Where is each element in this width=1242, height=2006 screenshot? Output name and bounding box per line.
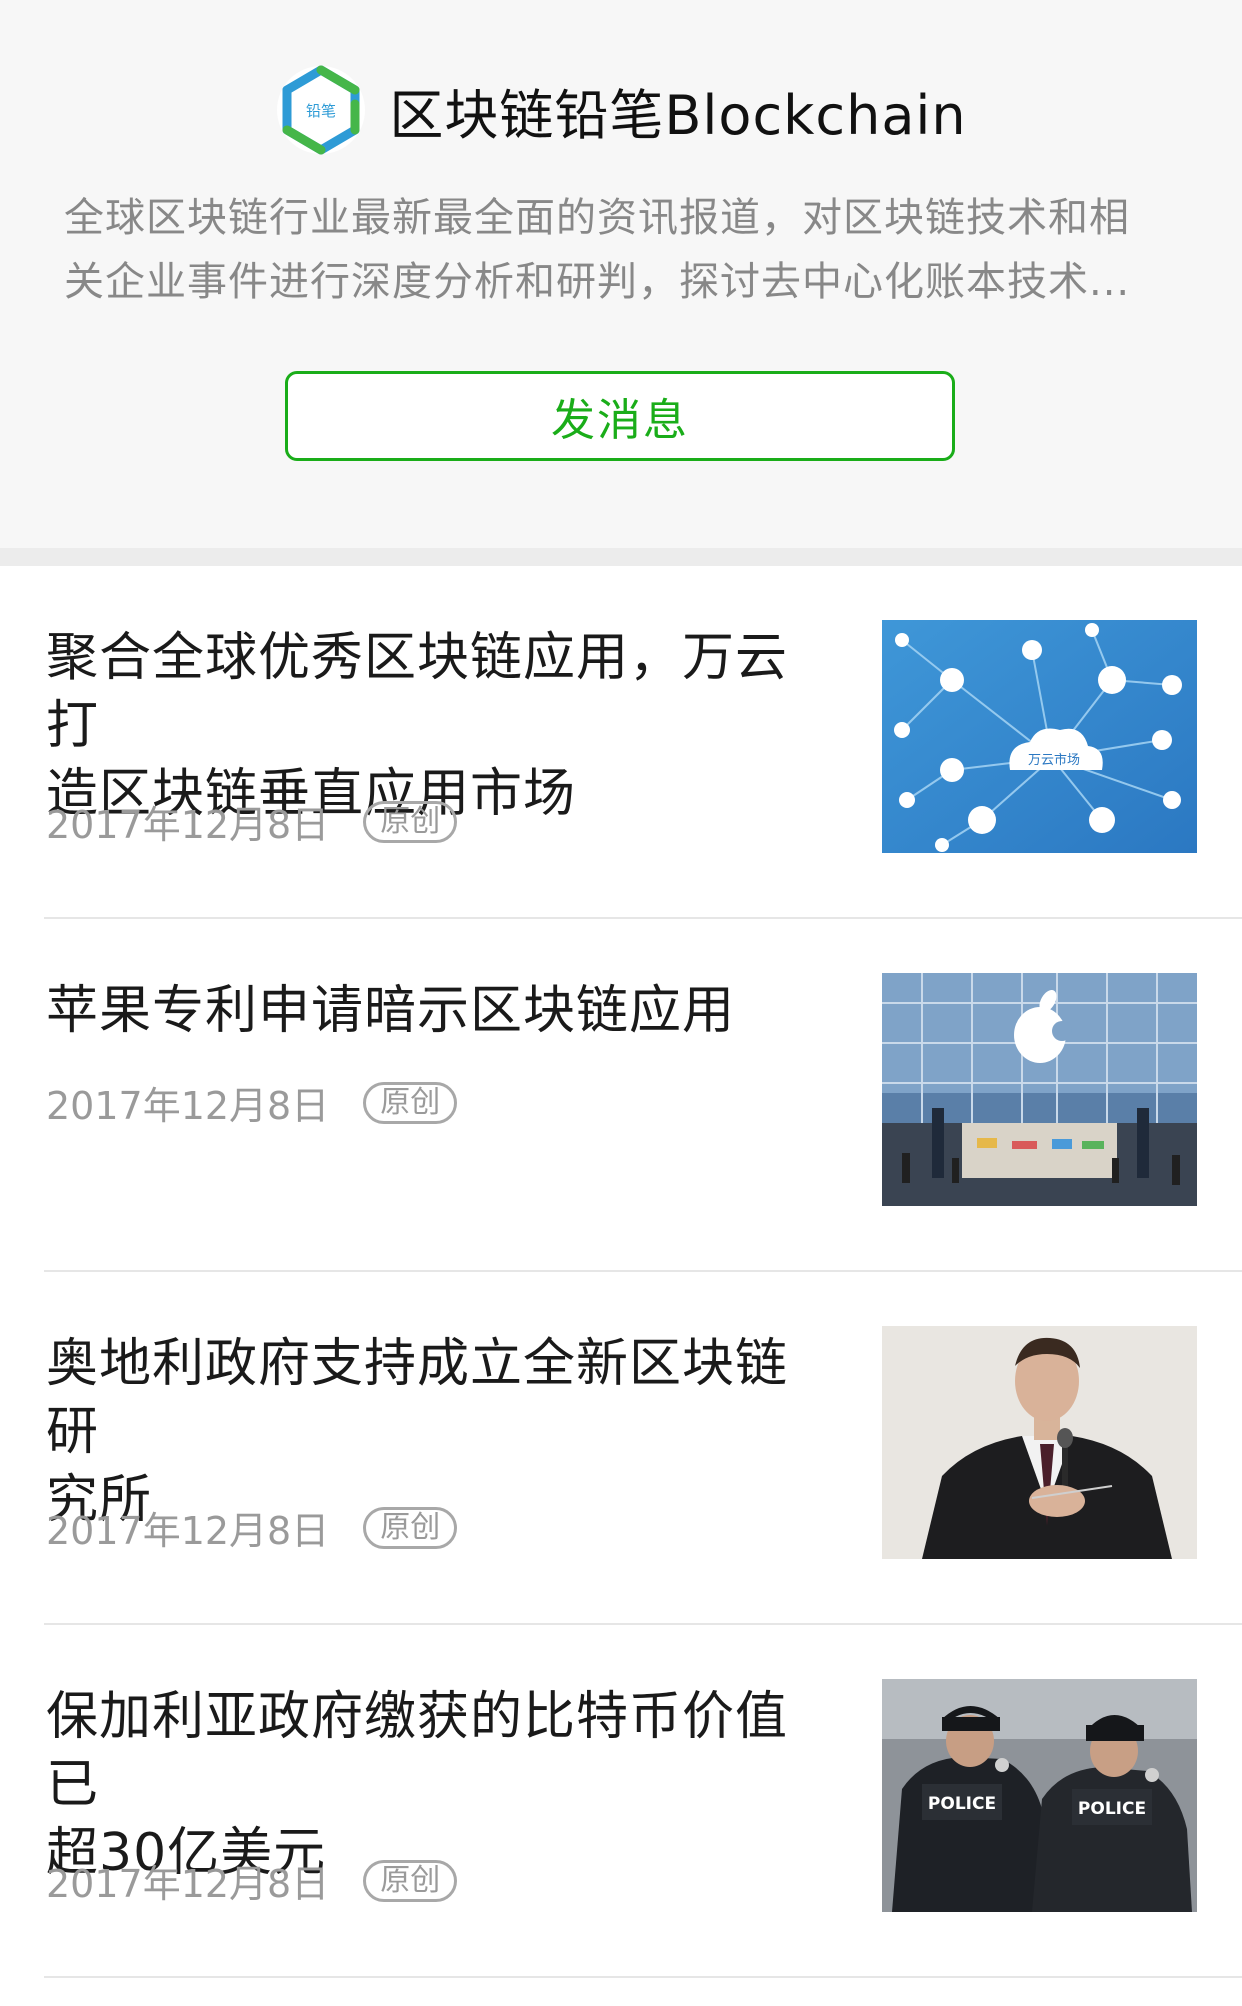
article-date: 2017年12月8日 <box>46 803 330 847</box>
logo-text: 铅笔 <box>306 102 336 120</box>
send-message-button[interactable]: 发消息 <box>285 371 955 461</box>
article-title-line: 保加利亚政府缴获的比特币价值已 <box>46 1687 789 1815</box>
police-officers-thumbnail[interactable]: POLICE POLICE <box>882 1679 1197 1912</box>
original-badge: 原创 <box>363 800 458 843</box>
section-divider <box>0 548 1242 566</box>
thumb-label: 万云市场 <box>1028 752 1080 768</box>
account-header: 铅笔 区块链铅笔Blockchain 全球区块链行业最新最全面的资讯报道，对区块… <box>0 0 1242 548</box>
article-date: 2017年12月8日 <box>46 1509 330 1553</box>
account-brand: 铅笔 区块链铅笔Blockchain <box>0 64 1242 156</box>
article-title-line: 苹果专利申请暗示区块链应用 <box>46 981 736 1041</box>
original-badge: 原创 <box>363 1506 458 1549</box>
article-title[interactable]: 苹果专利申请暗示区块链应用 <box>46 977 836 1045</box>
article-item[interactable]: 保加利亚政府缴获的比特币价值已 超30亿美元 2017年12月8日 原创 POL… <box>44 1625 1242 1978</box>
speaker-with-microphone-thumbnail[interactable] <box>882 1326 1197 1559</box>
article-meta: 2017年12月8日 原创 <box>46 1075 458 1130</box>
cloud-network-thumbnail[interactable]: 万云市场 <box>882 620 1197 853</box>
article-list: 聚合全球优秀区块链应用，万云打 造区块链垂直应用市场 2017年12月8日 原创 <box>0 566 1242 1978</box>
article-title-line: 聚合全球优秀区块链应用，万云打 <box>46 628 789 756</box>
article-title-line: 奥地利政府支持成立全新区块链研 <box>46 1334 789 1462</box>
apple-store-thumbnail[interactable] <box>882 973 1197 1206</box>
description-line: 关企业事件进行深度分析和研判，探讨去中心化账本技术... <box>64 259 1131 305</box>
article-date: 2017年12月8日 <box>46 1862 330 1906</box>
description-line: 全球区块链行业最新最全面的资讯报道，对区块链技术和相 <box>64 195 1130 241</box>
article-meta: 2017年12月8日 原创 <box>46 794 458 849</box>
article-item[interactable]: 奥地利政府支持成立全新区块链研 究所 2017年12月8日 原创 <box>44 1272 1242 1625</box>
account-description: 全球区块链行业最新最全面的资讯报道，对区块链技术和相 关企业事件进行深度分析和研… <box>64 186 1184 314</box>
thumb-label: POLICE <box>928 1794 996 1814</box>
account-name[interactable]: 区块链铅笔Blockchain <box>389 71 966 150</box>
article-date: 2017年12月8日 <box>46 1084 330 1128</box>
original-badge: 原创 <box>363 1081 458 1124</box>
article-meta: 2017年12月8日 原创 <box>46 1500 458 1555</box>
article-item[interactable]: 聚合全球优秀区块链应用，万云打 造区块链垂直应用市场 2017年12月8日 原创 <box>44 566 1242 919</box>
article-item[interactable]: 苹果专利申请暗示区块链应用 2017年12月8日 原创 <box>44 919 1242 1272</box>
blockchain-pencil-logo-icon: 铅笔 <box>275 64 367 156</box>
thumb-label: POLICE <box>1078 1799 1146 1819</box>
article-meta: 2017年12月8日 原创 <box>46 1853 458 1908</box>
original-badge: 原创 <box>363 1859 458 1902</box>
